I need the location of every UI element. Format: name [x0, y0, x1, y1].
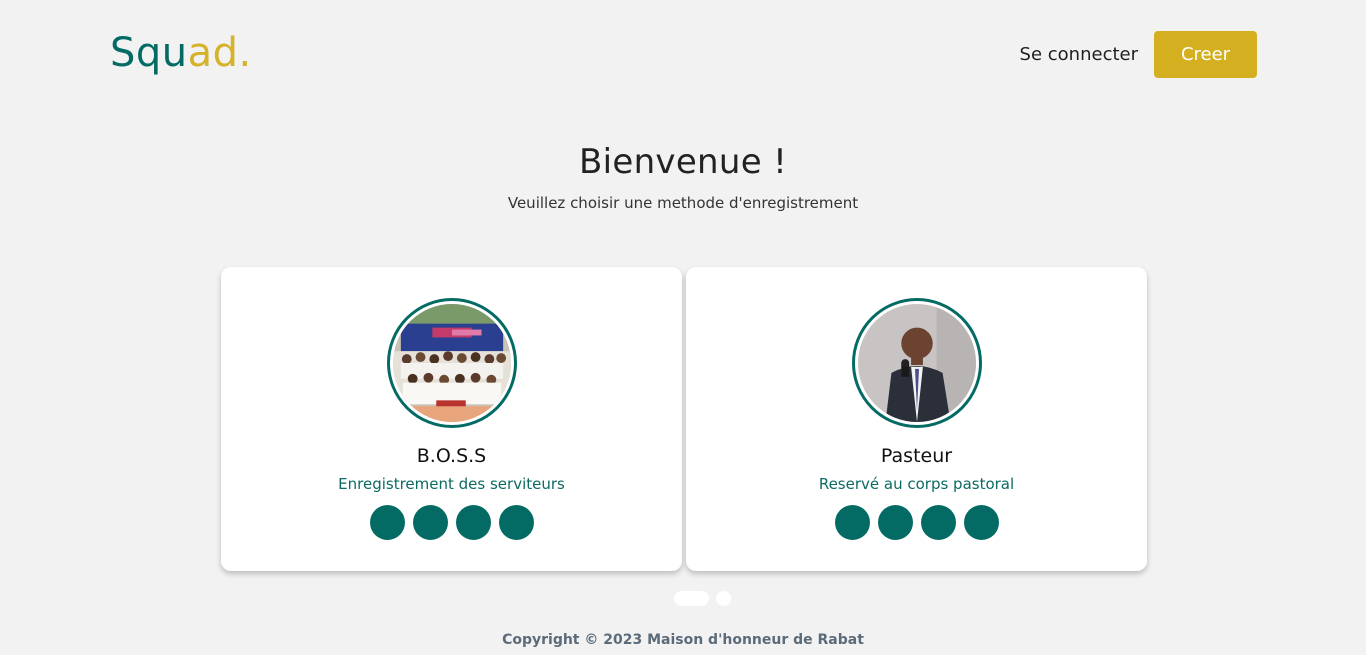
card-subtitle: Reservé au corps pastoral	[818, 475, 1015, 493]
avatar	[851, 298, 982, 428]
social-icon[interactable]	[412, 505, 448, 540]
logo-text-primary: Squ	[110, 30, 188, 76]
logo[interactable]: Squ ad.	[110, 30, 252, 76]
social-icon[interactable]	[834, 505, 870, 540]
registration-options: B.O.S.S Enregistrement des serviteurs Pa…	[221, 267, 1147, 571]
page-title: Bienvenue !	[578, 142, 788, 182]
hero: Bienvenue ! Veuillez choisir une methode…	[0, 142, 1366, 212]
group-photo-image	[392, 304, 511, 422]
social-icon[interactable]	[963, 505, 999, 540]
avatar	[386, 298, 517, 428]
social-icons	[834, 505, 999, 540]
option-card-pasteur[interactable]: Pasteur Reservé au corps pastoral	[686, 267, 1147, 571]
carousel-dot-active[interactable]	[674, 591, 709, 606]
carousel-dot[interactable]	[716, 591, 731, 606]
logo-text-accent: ad.	[187, 30, 252, 76]
carousel-pagination	[674, 591, 731, 606]
option-card-boss[interactable]: B.O.S.S Enregistrement des serviteurs	[221, 267, 682, 571]
page-subtitle: Veuillez choisir une methode d'enregistr…	[507, 194, 859, 212]
social-icon[interactable]	[877, 505, 913, 540]
social-icon[interactable]	[369, 505, 405, 540]
create-account-button[interactable]: Creer	[1154, 31, 1257, 78]
card-subtitle: Enregistrement des serviteurs	[338, 475, 565, 493]
top-nav: Se connecter Creer	[1020, 31, 1257, 78]
footer-copyright: Copyright © 2023 Maison d'honneur de Rab…	[502, 632, 864, 648]
card-title: B.O.S.S	[416, 445, 487, 467]
social-icon[interactable]	[455, 505, 491, 540]
login-link[interactable]: Se connecter	[1020, 44, 1138, 65]
card-title: Pasteur	[880, 445, 953, 467]
pastor-photo-image	[857, 304, 976, 422]
social-icon[interactable]	[498, 505, 534, 540]
social-icons	[369, 505, 534, 540]
social-icon[interactable]	[920, 505, 956, 540]
